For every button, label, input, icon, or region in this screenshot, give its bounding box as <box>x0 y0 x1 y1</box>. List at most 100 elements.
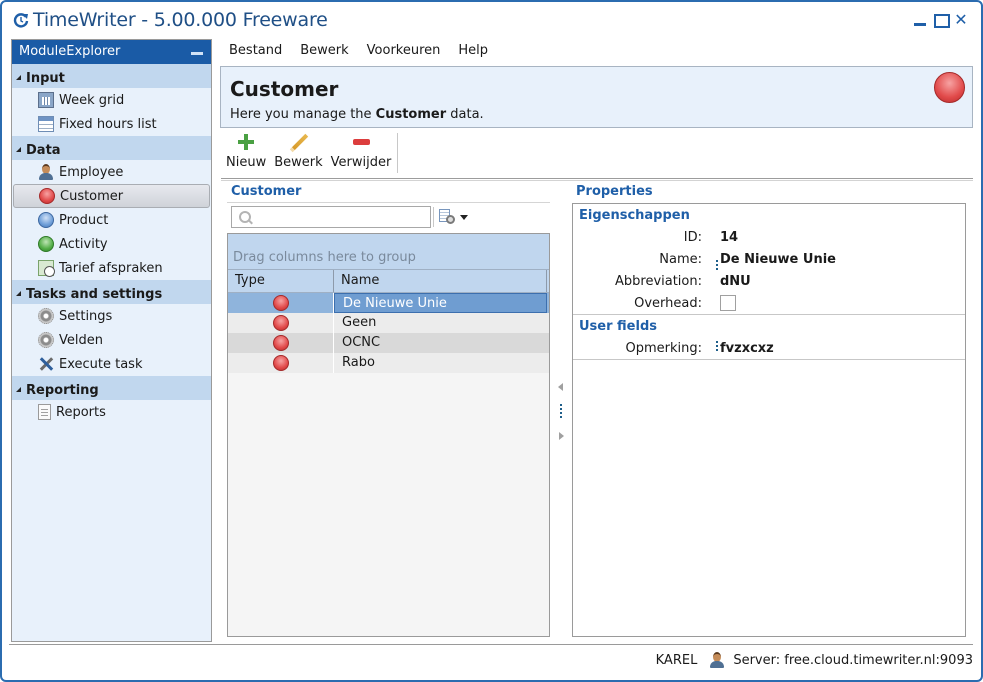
group-label: Input <box>26 70 65 86</box>
tariff-clock-icon <box>38 260 55 277</box>
minimize-button[interactable] <box>912 12 928 28</box>
menu-voorkeuren[interactable]: Voorkeuren <box>358 40 450 62</box>
nav-item-label: Execute task <box>59 356 143 372</box>
status-user: KAREL <box>655 652 698 668</box>
property-value[interactable]: fvzxcxz <box>710 341 774 356</box>
search-input[interactable] <box>262 209 427 225</box>
module-explorer-title: ModuleExplorer <box>19 44 121 59</box>
type-cell <box>228 333 334 353</box>
section-underline <box>227 202 550 203</box>
nav-item-label: Activity <box>59 236 108 252</box>
nav-item-execute-task[interactable]: Execute task <box>12 352 211 376</box>
customer-type-icon <box>272 355 289 371</box>
property-group-eigenschappen: Eigenschappen <box>579 208 690 223</box>
nav-item-reports[interactable]: Reports <box>12 400 211 424</box>
status-server: Server: free.cloud.timewriter.nl:9093 <box>733 652 973 668</box>
group-label: Tasks and settings <box>26 286 163 302</box>
plus-icon <box>237 133 255 151</box>
nav-item-label: Velden <box>59 332 103 348</box>
nav-item-employee[interactable]: Employee <box>12 160 211 184</box>
column-resize-grip[interactable] <box>716 341 718 353</box>
group-separator <box>573 359 965 360</box>
group-reporting[interactable]: Reporting <box>12 376 211 400</box>
customer-type-icon <box>272 315 289 331</box>
edit-button[interactable]: Bewerk <box>270 130 326 178</box>
column-chooser-button[interactable] <box>439 207 469 227</box>
nav-item-velden[interactable]: Velden <box>12 328 211 352</box>
splitter-grip-icon[interactable] <box>560 404 562 418</box>
page-description: Here you manage the Customer data. <box>230 107 484 122</box>
property-label: Opmerking: <box>625 340 702 356</box>
menu-bestand[interactable]: Bestand <box>220 40 291 62</box>
gear-icon <box>38 308 54 324</box>
property-value[interactable]: 14 <box>710 230 738 245</box>
green-ball-icon <box>38 236 54 252</box>
panel-splitter[interactable] <box>553 370 569 450</box>
customer-list-title: Customer <box>231 184 302 199</box>
table-row[interactable]: Geen <box>228 313 549 333</box>
type-cell <box>228 293 334 313</box>
group-label: Data <box>26 142 61 158</box>
properties-panel: Eigenschappen ID: 14 Name: De Nieuwe Uni… <box>572 203 966 637</box>
type-cell <box>228 353 334 373</box>
group-data[interactable]: Data <box>12 136 211 160</box>
nav-item-customer[interactable]: Customer <box>13 184 210 208</box>
property-row-name: Name: De Nieuwe Unie <box>573 248 965 272</box>
customer-ball-icon <box>934 72 965 103</box>
nav-item-settings[interactable]: Settings <box>12 304 211 328</box>
new-button[interactable]: Nieuw <box>222 130 270 178</box>
search-box[interactable] <box>231 206 431 228</box>
table-row[interactable]: OCNC <box>228 333 549 353</box>
red-ball-icon <box>39 188 55 204</box>
report-icon <box>38 404 51 420</box>
edit-label: Bewerk <box>274 155 323 170</box>
delete-label: Verwijder <box>330 155 392 170</box>
page-title: Customer <box>230 77 339 101</box>
tools-icon <box>38 356 54 372</box>
grid-header: Type Name <box>228 269 549 293</box>
close-button[interactable]: ✕ <box>953 12 969 28</box>
refresh-clock-icon <box>13 13 29 28</box>
column-header-type[interactable]: Type <box>228 270 334 292</box>
window-title: TimeWriter - 5.00.000 Freeware <box>33 9 328 31</box>
name-cell: De Nieuwe Unie <box>334 293 547 313</box>
customer-grid: Drag columns here to group Type Name De … <box>227 233 550 637</box>
table-row[interactable]: Rabo <box>228 353 549 373</box>
nav-item-label: Settings <box>59 308 113 324</box>
group-tasks-and-settings[interactable]: Tasks and settings <box>12 280 211 304</box>
menu-bewerk[interactable]: Bewerk <box>291 40 357 62</box>
expand-triangle-icon <box>16 74 21 80</box>
nav-item-week-grid[interactable]: Week grid <box>12 88 211 112</box>
nav-item-product[interactable]: Product <box>12 208 211 232</box>
column-header-name[interactable]: Name <box>334 270 547 292</box>
nav-item-label: Fixed hours list <box>59 116 157 132</box>
table-row[interactable]: De Nieuwe Unie <box>228 293 549 313</box>
gear-icon <box>446 215 455 224</box>
nav-item-fixed-hours-list[interactable]: Fixed hours list <box>12 112 211 136</box>
property-value[interactable]: dNU <box>710 274 751 289</box>
menu-help[interactable]: Help <box>449 40 497 62</box>
gear-icon <box>38 332 54 348</box>
group-input[interactable]: Input <box>12 64 211 88</box>
blue-ball-icon <box>38 212 54 228</box>
status-bar: KAREL Server: free.cloud.timewriter.nl:9… <box>656 652 973 668</box>
nav-item-activity[interactable]: Activity <box>12 232 211 256</box>
nav-item-label: Product <box>59 212 109 228</box>
nav-item-tarief-afspraken[interactable]: Tarief afspraken <box>12 256 211 280</box>
properties-title: Properties <box>576 184 653 199</box>
property-value[interactable]: De Nieuwe Unie <box>710 252 836 267</box>
collapse-left-arrow-icon[interactable] <box>558 383 563 391</box>
collapse-explorer-button[interactable] <box>191 52 203 55</box>
collapse-right-arrow-icon[interactable] <box>559 432 564 440</box>
expand-triangle-icon <box>16 146 21 152</box>
group-by-panel[interactable]: Drag columns here to group <box>228 234 549 269</box>
overhead-checkbox[interactable] <box>720 295 736 311</box>
maximize-button[interactable] <box>932 12 950 28</box>
description-bold: Customer <box>375 107 447 122</box>
person-icon <box>709 652 725 668</box>
property-group-user-fields: User fields <box>579 319 657 334</box>
statusbar-divider <box>9 644 973 645</box>
delete-button[interactable]: Verwijder <box>327 130 396 178</box>
description-text: data. <box>446 107 484 122</box>
nav-item-label: Reports <box>56 404 106 420</box>
